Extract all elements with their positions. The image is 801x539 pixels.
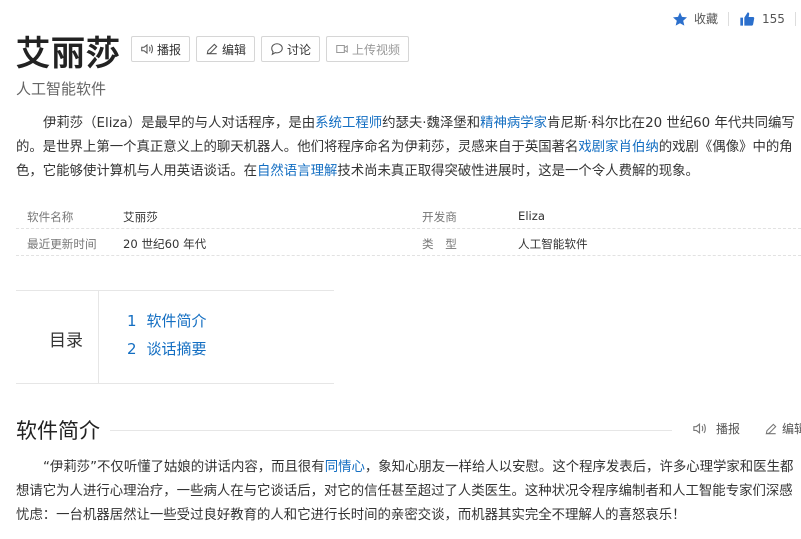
link-nlu[interactable]: 自然语言理解: [257, 164, 337, 179]
info-key: 软件名称: [27, 210, 74, 224]
info-value: 20 世纪60 年代: [123, 237, 207, 251]
summary-text: 约瑟夫·魏泽堡和: [382, 116, 481, 131]
toc-item-intro[interactable]: 1 软件简介: [127, 310, 207, 331]
upload-video-label: 上传视频: [352, 42, 401, 57]
link-empathy[interactable]: 同情心: [325, 460, 365, 475]
basic-info-table: 软件名称 艾丽莎 开发商 Eliza 最近更新时间 20 世纪60 年代 类 型…: [16, 202, 801, 256]
summary-paragraph: 伊莉莎（Eliza）是最早的与人对话程序，是由系统工程师约瑟夫·魏泽堡和精神病学…: [16, 112, 798, 184]
star-icon: [673, 11, 687, 26]
toc-item-label: 软件简介: [146, 312, 207, 330]
section-edit-button[interactable]: 编辑: [764, 420, 801, 437]
like-count: 155: [762, 11, 785, 26]
link-dramatist[interactable]: 戏剧家: [578, 140, 618, 155]
summary-text: 伊莉莎（Eliza）是最早的与人对话程序，是由: [43, 116, 316, 131]
section-actions: 播报 编辑: [692, 420, 801, 437]
info-row: 最近更新时间 20 世纪60 年代 类 型 人工智能软件: [16, 229, 801, 256]
toc-item-label: 谈话摘要: [146, 340, 207, 358]
pencil-icon: [765, 423, 777, 434]
info-key: 开发商: [422, 210, 457, 224]
thumbs-up-icon: [740, 11, 755, 26]
info-value: 人工智能软件: [518, 237, 588, 251]
page-subtitle: 人工智能软件: [16, 80, 107, 98]
section-text: “伊莉莎”不仅听懂了姑娘的讲话内容，而且很有: [43, 460, 325, 475]
info-key: 最近更新时间: [27, 237, 97, 251]
info-key: 类 型: [422, 237, 457, 251]
favorite-button[interactable]: 收藏: [672, 10, 718, 27]
toc-item-dialogue[interactable]: 2 谈话摘要: [127, 338, 207, 359]
link-psychiatrist[interactable]: 精神病学家: [480, 116, 547, 131]
divider: [794, 11, 796, 26]
link-system-engineer[interactable]: 系统工程师: [315, 116, 382, 131]
like-button[interactable]: 155: [739, 11, 785, 27]
discuss-label: 讨论: [287, 42, 312, 57]
section-divider: [110, 430, 672, 431]
edit-label: 编辑: [222, 42, 247, 57]
summary-text: 技术尚未真正取得突破性进展时，这是一个令人费解的现象。: [337, 164, 699, 179]
upload-video-button[interactable]: 上传视频: [326, 36, 410, 62]
table-of-contents: 目录 1 软件简介 2 谈话摘要: [16, 290, 334, 384]
toc-title: 目录: [49, 331, 83, 351]
info-value: 艾丽莎: [123, 210, 158, 224]
speaker-icon: [693, 422, 706, 435]
toc-item-number: 1: [127, 312, 137, 330]
title-toolbar: 播报 编辑 讨论 上传视频: [131, 36, 410, 62]
divider: [728, 11, 730, 26]
chat-bubble-icon: [271, 43, 283, 56]
section-edit-label: 编辑: [782, 422, 801, 436]
section-title: 软件简介: [16, 419, 100, 443]
video-icon: [336, 44, 348, 54]
top-actions: 收藏 155: [672, 10, 801, 27]
favorite-label: 收藏: [694, 12, 719, 26]
broadcast-label: 播报: [157, 42, 182, 57]
page-title: 艾丽莎: [16, 34, 121, 74]
pencil-icon: [206, 43, 218, 55]
section-broadcast-label: 播报: [716, 422, 741, 436]
toc-item-number: 2: [127, 340, 137, 358]
broadcast-button[interactable]: 播报: [131, 36, 191, 62]
link-shaw[interactable]: 肖伯纳: [619, 140, 659, 155]
toc-divider: [98, 291, 99, 383]
info-value: Eliza: [518, 209, 545, 223]
edit-button[interactable]: 编辑: [196, 36, 256, 62]
discuss-button[interactable]: 讨论: [261, 36, 321, 62]
info-row: 软件名称 艾丽莎 开发商 Eliza: [16, 202, 801, 229]
speaker-icon: [141, 43, 153, 55]
section-broadcast-button[interactable]: 播报: [692, 420, 740, 437]
section-paragraph: “伊莉莎”不仅听懂了姑娘的讲话内容，而且很有同情心，象知心朋友一样给人以安慰。这…: [16, 456, 801, 528]
